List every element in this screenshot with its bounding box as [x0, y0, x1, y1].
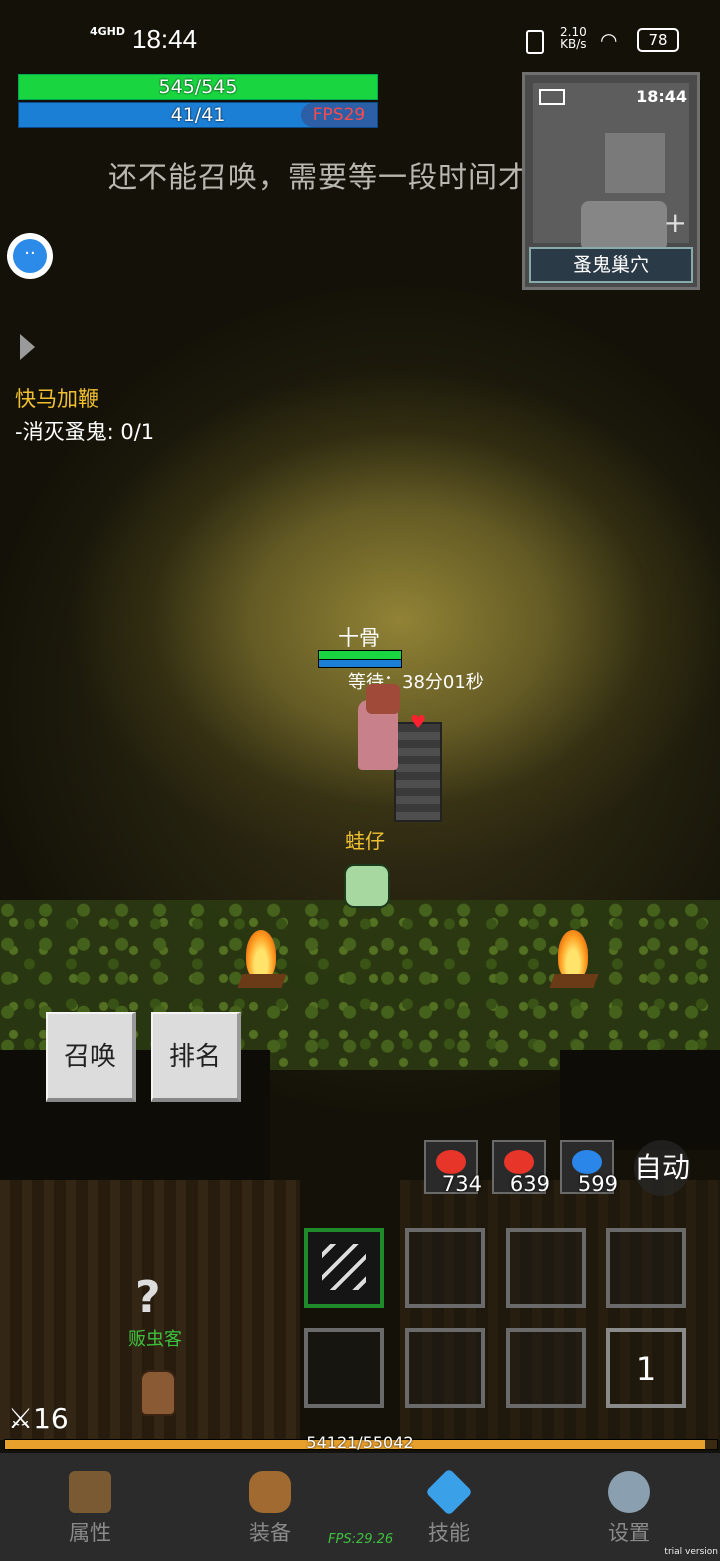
location-name: 蚤鬼巢穴	[529, 247, 693, 283]
xp-text: 54121/55042	[306, 1433, 414, 1452]
network-indicator: 4GHD	[90, 25, 126, 38]
nav-label: 装备	[249, 1521, 291, 1545]
skill-slot[interactable]	[405, 1228, 485, 1308]
pet-name: 蛙仔	[345, 829, 385, 853]
wifi-icon: ◠	[600, 28, 618, 52]
nav-equipment[interactable]: 装备	[230, 1463, 310, 1547]
npc-name: 十骨	[338, 626, 380, 650]
speed-unit: KB/s	[560, 37, 587, 51]
player-level: ⚔16	[8, 1402, 69, 1435]
minimap-room	[581, 201, 667, 251]
potion-count: 734	[441, 1172, 482, 1196]
auto-button[interactable]: 自动	[634, 1140, 690, 1196]
hp-potion-slot-2[interactable]: 639	[492, 1140, 550, 1196]
system-notice: 还不能召唤，需要等一段时间才行!	[108, 160, 571, 194]
fps-counter: FPS:29.26	[328, 1532, 394, 1547]
ranking-button[interactable]: 排名	[151, 1012, 241, 1102]
npc-mp-bar	[318, 659, 402, 668]
network-speed: 2.10 KB/s	[560, 26, 587, 50]
blue-potion-icon	[572, 1150, 602, 1174]
gear-icon	[608, 1471, 650, 1513]
mp-bar: 41/41 FPS29	[18, 102, 378, 128]
fps-label: FPS29	[301, 103, 377, 127]
hp-potion-slot[interactable]: 734	[424, 1140, 482, 1196]
potion-count: 639	[509, 1172, 550, 1196]
quest-title[interactable]: 快马加鞭	[15, 383, 99, 413]
level-value: 16	[33, 1402, 69, 1435]
battery-icon	[539, 89, 565, 105]
skill-slot[interactable]	[304, 1328, 384, 1408]
bag-icon	[249, 1471, 291, 1513]
question-mark-icon[interactable]: ?	[135, 1272, 161, 1323]
minimap-time: 18:44	[636, 87, 687, 106]
chat-icon[interactable]: ··	[7, 233, 53, 279]
expand-arrow-icon[interactable]	[20, 334, 35, 360]
clay-pot[interactable]	[140, 1370, 176, 1416]
vibrate-icon	[526, 30, 544, 54]
slash-skill-icon	[322, 1244, 366, 1290]
nav-label: 设置	[608, 1521, 650, 1545]
mp-potion-slot[interactable]: 599	[560, 1140, 618, 1196]
totem-pillar[interactable]	[394, 722, 442, 822]
skill-slot-slash[interactable]	[304, 1228, 384, 1308]
watermark: trial version	[664, 1547, 718, 1557]
nav-label: 技能	[428, 1521, 470, 1545]
minimap[interactable]: 18:44 + 蚤鬼巢穴	[522, 72, 700, 290]
minimap-room	[605, 133, 665, 193]
cave-pit-right	[560, 1050, 720, 1150]
summon-button[interactable]: 召唤	[46, 1012, 136, 1102]
campfire-right	[549, 920, 599, 1000]
player-head	[366, 684, 400, 714]
status-time: 18:44	[132, 24, 198, 54]
nav-label: 属性	[69, 1521, 111, 1545]
hp-bar: 545/545	[18, 74, 378, 100]
helmet-icon	[69, 1471, 111, 1513]
heart-icon: ♥	[410, 712, 427, 733]
red-potion-icon	[504, 1150, 534, 1174]
nav-settings[interactable]: 设置	[589, 1463, 669, 1547]
potion-count: 599	[577, 1172, 618, 1196]
nav-skills[interactable]: 技能	[409, 1463, 489, 1547]
skill-slot[interactable]	[606, 1228, 686, 1308]
skill-page-button[interactable]: 1	[606, 1328, 686, 1408]
skill-slot[interactable]	[405, 1328, 485, 1408]
zoom-plus-icon[interactable]: +	[664, 206, 687, 239]
hp-text: 545/545	[158, 76, 238, 98]
system-status-bar: 4GHD 18:44 2.10 KB/s ◠ 78	[0, 0, 720, 78]
quest-objective: -消灭蚤鬼: 0/1	[15, 420, 155, 444]
crystal-icon	[425, 1468, 473, 1516]
merchant-name[interactable]: 贩虫客	[128, 1325, 182, 1351]
sword-icon: ⚔	[8, 1402, 34, 1435]
skill-slot[interactable]	[506, 1228, 586, 1308]
campfire-left	[237, 920, 287, 1000]
skill-slot[interactable]	[506, 1328, 586, 1408]
pet-frog[interactable]	[344, 864, 390, 908]
battery-level: 78	[637, 28, 679, 52]
red-potion-icon	[436, 1150, 466, 1174]
nav-attributes[interactable]: 属性	[50, 1463, 130, 1547]
